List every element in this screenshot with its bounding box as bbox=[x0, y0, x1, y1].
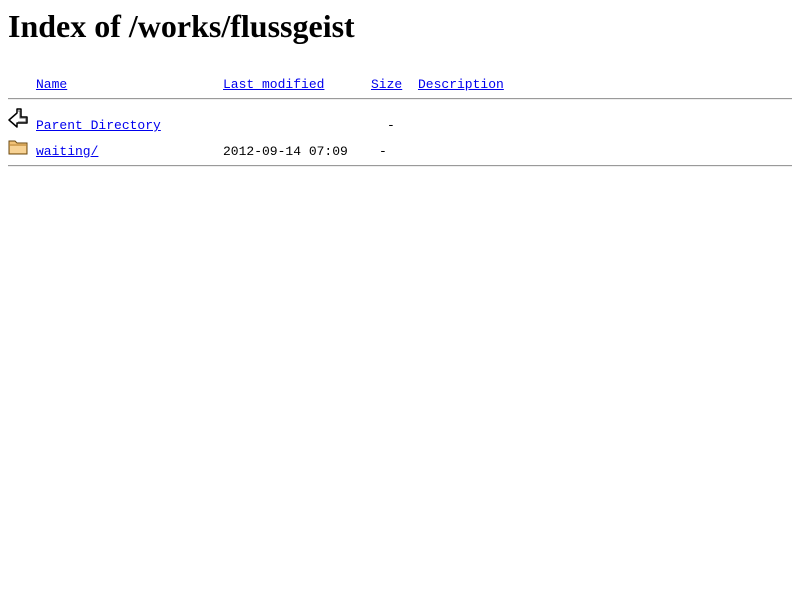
sort-by-description-link[interactable]: Description bbox=[418, 77, 504, 93]
sort-by-size-link[interactable]: Size bbox=[371, 77, 402, 93]
back-arrow-icon bbox=[8, 108, 28, 130]
folder-link-waiting[interactable]: waiting/ bbox=[36, 144, 98, 160]
folder-icon bbox=[8, 137, 28, 159]
last-modified-value: 2012-09-14 07:09 bbox=[223, 144, 348, 159]
parent-directory-link[interactable]: Parent Directory bbox=[36, 118, 161, 134]
page-title: Index of /works/flussgeist bbox=[8, 8, 355, 44]
size-value: - bbox=[379, 144, 387, 159]
sort-by-name-link[interactable]: Name bbox=[36, 77, 67, 93]
size-value: - bbox=[387, 118, 395, 133]
sort-by-last-modified-link[interactable]: Last modified bbox=[223, 77, 324, 93]
footer-divider bbox=[8, 165, 792, 167]
header-divider bbox=[8, 98, 792, 100]
